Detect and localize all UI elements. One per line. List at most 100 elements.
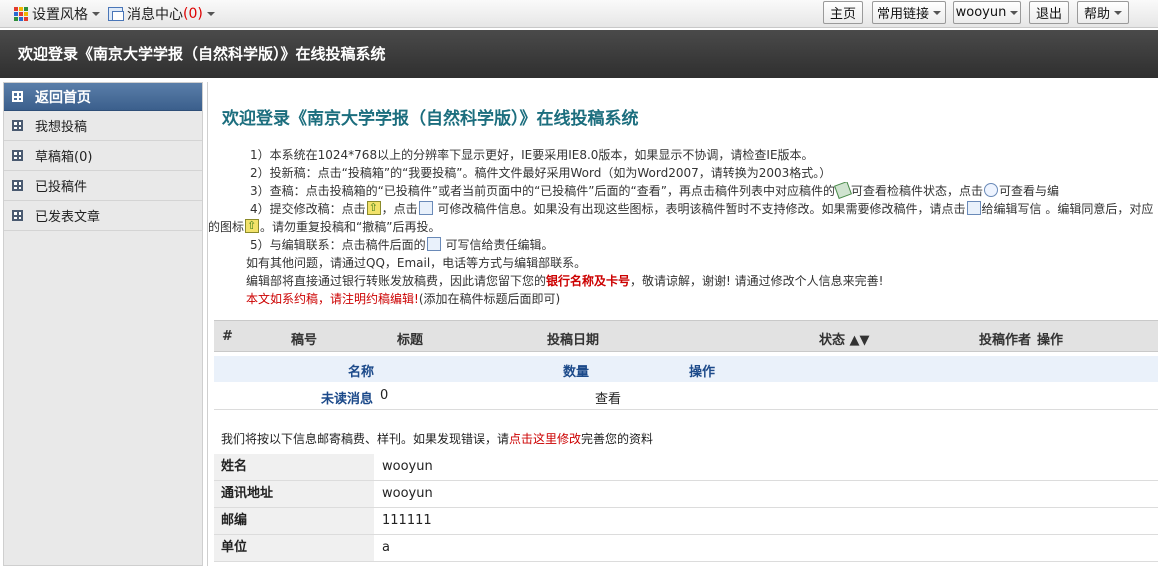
chevron-down-icon	[1010, 10, 1019, 15]
sidebar-item-label: 我想投稿	[35, 120, 88, 135]
notice-text-part: 可写信给责任编辑。	[445, 238, 554, 252]
notice-text-part: 。请勿重复投稿和“撤稿”后再投。	[260, 220, 441, 234]
bank-info-highlight: 银行名称及卡号	[546, 274, 631, 288]
notice-line: 本文如系约稿，请注明约稿编辑!(添加在稿件标题后面即可)	[222, 290, 1158, 308]
system-title-bar: 欢迎登录《南京大学学报（自然科学版）》在线投稿系统	[0, 30, 1158, 78]
chevron-down-icon	[933, 10, 941, 15]
user-menu-button[interactable]: wooyun	[953, 1, 1021, 24]
col-manuscript-no[interactable]: 稿号	[291, 329, 317, 348]
top-toolbar: 设置风格 消息中心 (0) 主页 常用链接 wooyun 退出 帮助	[0, 0, 1158, 28]
message-center-menu[interactable]: 消息中心 (0)	[108, 4, 215, 24]
magnifier-icon	[983, 183, 998, 197]
col-operation: 操作	[689, 365, 716, 380]
sidebar-item-label: 已投稿件	[35, 180, 88, 195]
messages-table-header: 名称 数量 操作	[214, 356, 1158, 382]
common-links-button[interactable]: 常用链接	[872, 1, 946, 24]
sidebar-item-label: 已发表文章	[35, 210, 101, 225]
notice-line: 如有其他问题，请通过QQ，Email，电话等方式与编辑部联系。	[246, 256, 587, 270]
palette-icon	[14, 7, 28, 21]
help-label: 帮助	[1083, 7, 1110, 22]
notice-line: 的图标 。请勿重复投稿和“撤稿”后再投。	[208, 218, 1158, 236]
message-count: (0)	[183, 6, 203, 22]
sidebar-item-home[interactable]: 返回首页	[4, 83, 202, 111]
write-letter-icon	[426, 237, 441, 251]
edit-profile-link[interactable]: 点击这里修改	[509, 432, 581, 446]
sidebar: 返回首页 我想投稿 草稿箱(0) 已投稿件 已发表文章	[3, 82, 203, 566]
sidebar-head-label: 返回首页	[35, 89, 91, 106]
profile-row: 邮编 111111	[214, 508, 1158, 535]
chevron-down-icon	[1114, 10, 1122, 15]
notice-line: 2）投新稿：点击“投稿箱”的“我要投稿”。稿件文件最好采用Word（如为Word…	[250, 166, 832, 180]
col-name: 名称	[348, 365, 375, 380]
notice-text-part: ，点击	[381, 202, 418, 216]
profile-row: 单位 a	[214, 535, 1158, 562]
chevron-down-icon	[206, 12, 215, 16]
view-messages-link[interactable]: 查看	[595, 388, 621, 407]
message-center-label: 消息中心	[127, 7, 183, 23]
col-submit-date[interactable]: 投稿日期	[547, 329, 599, 348]
write-letter-icon	[966, 201, 981, 215]
unread-messages-label: 未读消息	[321, 392, 374, 407]
style-menu-label: 设置风格	[32, 7, 88, 23]
notice-text-part: 的图标	[208, 220, 245, 234]
notice-text-part: 编辑部将直接通过银行转账发放稿费，因此请您留下您的	[246, 274, 547, 288]
notice-text-part: 可查看与编	[998, 184, 1059, 198]
col-title[interactable]: 标题	[397, 329, 423, 348]
col-status-sort[interactable]: 状态 ▲▼	[819, 329, 870, 348]
notice-text-part: 4）提交修改稿：点击	[250, 202, 366, 216]
address-note-text: 我们将按以下信息邮寄稿费、样刊。如果发现错误，请	[221, 432, 510, 446]
profile-value: 111111	[382, 513, 432, 528]
notice-line: 编辑部将直接通过银行转账发放稿费，因此请您留下您的银行名称及卡号，敬请谅解，谢谢…	[222, 272, 1158, 290]
col-count: 数量	[563, 365, 590, 380]
notice-text-part: 给编辑写信 。编辑同意后，对应	[981, 202, 1154, 216]
notice-line: 3）查稿：点击投稿箱的“已投稿件”或者当前页面中的“已投稿件”后面的“查看”，再…	[222, 182, 1158, 200]
profile-key: 单位	[214, 535, 374, 561]
grid-icon	[12, 180, 23, 191]
help-button[interactable]: 帮助	[1077, 1, 1129, 24]
address-note: 我们将按以下信息邮寄稿费、样刊。如果发现错误，请点击这里修改完善您的资料	[221, 430, 653, 447]
grid-icon	[12, 210, 23, 221]
sidebar-item-submitted[interactable]: 已投稿件	[4, 171, 202, 201]
main-content: 欢迎登录《南京大学学报（自然科学版）》在线投稿系统 1）本系统在1024*768…	[207, 82, 1158, 566]
col-action: 操作	[1037, 333, 1064, 348]
notice-text-part: 3）查稿：点击投稿箱的“已投稿件”或者当前页面中的“已投稿件”后面的“查看”，再…	[250, 184, 835, 198]
logout-label: 退出	[1035, 7, 1062, 22]
upload-arrow-icon	[245, 218, 260, 235]
chevron-down-icon	[92, 12, 100, 16]
message-icon	[108, 7, 124, 21]
notice-line: 1）本系统在1024*768以上的分辨率下显示更好，IE要采用IE8.0版本，如…	[250, 148, 814, 162]
profile-value: wooyun	[382, 459, 433, 474]
logout-button[interactable]: 退出	[1029, 1, 1069, 24]
notice-text-part: ，敬请谅解，谢谢! 请通过修改个人信息来完善!	[630, 274, 884, 288]
sidebar-item-published[interactable]: 已发表文章	[4, 201, 202, 231]
notice-text-part: (添加在稿件标题后面即可)	[418, 292, 561, 306]
upload-arrow-icon	[366, 200, 381, 217]
edit-icon	[418, 201, 433, 215]
col-author[interactable]: 投稿作者	[979, 329, 1031, 348]
unread-messages-count: 0	[380, 388, 389, 403]
notice-text-part: 可修改稿件信息。如果没有出现这些图标，表明该稿件暂时不支持修改。如果需要修改稿件…	[437, 202, 966, 216]
profile-key: 邮编	[214, 508, 374, 534]
profile-key: 通讯地址	[214, 481, 374, 507]
profile-row: 通讯地址 wooyun	[214, 481, 1158, 508]
notice-text-part: 5）与编辑联系：点击稿件后面的	[250, 238, 426, 252]
table-row: 未读消息 0 查看	[214, 382, 1158, 410]
sidebar-item-submit[interactable]: 我想投稿	[4, 111, 202, 141]
profile-row: 姓名 wooyun	[214, 454, 1158, 481]
notice-text: 1）本系统在1024*768以上的分辨率下显示更好，IE要采用IE8.0版本，如…	[208, 146, 1158, 308]
user-name-label: wooyun	[955, 5, 1007, 20]
grid-icon	[12, 150, 23, 161]
manuscripts-table-header: # 稿号 标题 投稿日期 状态 ▲▼ 投稿作者 操作	[214, 320, 1158, 352]
address-note-text: 完善您的资料	[581, 432, 654, 446]
sidebar-item-label: 草稿箱(0)	[35, 150, 93, 165]
home-button-label: 主页	[829, 7, 856, 22]
home-button[interactable]: 主页	[823, 1, 863, 24]
col-index: #	[222, 329, 233, 344]
profile-value: a	[382, 540, 390, 555]
page-title: 欢迎登录《南京大学学报（自然科学版）》在线投稿系统	[222, 109, 639, 129]
common-links-label: 常用链接	[876, 7, 929, 22]
sidebar-item-drafts[interactable]: 草稿箱(0)	[4, 141, 202, 171]
style-menu[interactable]: 设置风格	[14, 4, 100, 24]
grid-icon	[12, 120, 23, 131]
system-title: 欢迎登录《南京大学学报（自然科学版）》在线投稿系统	[18, 45, 386, 63]
